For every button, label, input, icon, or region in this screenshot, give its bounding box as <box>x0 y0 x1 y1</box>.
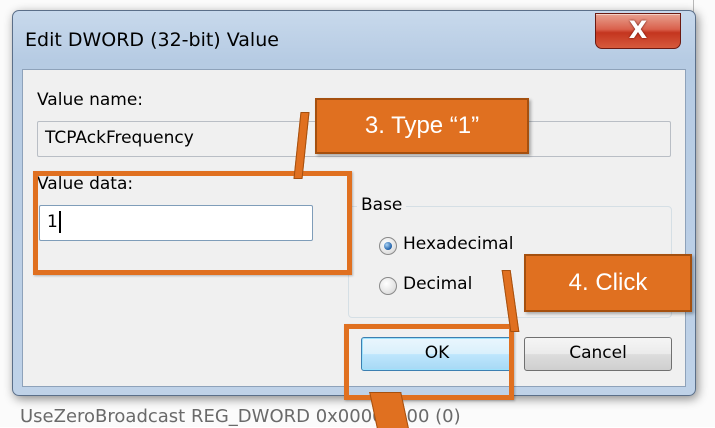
cancel-button[interactable]: Cancel <box>524 337 672 371</box>
base-label: Base <box>357 195 407 215</box>
radio-decimal-label: Decimal <box>403 274 473 294</box>
ok-button-highlight <box>344 324 514 400</box>
value-name-text: TCPAckFrequency <box>45 128 194 148</box>
value-data-highlight <box>33 171 352 275</box>
value-name-label: Value name: <box>37 90 144 110</box>
radio-selected-icon <box>379 237 397 255</box>
callout-step-3: 3. Type “1” <box>315 98 529 154</box>
title-bar[interactable]: Edit DWORD (32-bit) Value X <box>13 11 695 69</box>
close-icon: X <box>628 16 648 44</box>
callout-step-4-text: 4. Click <box>568 269 648 296</box>
callout-step-4: 4. Click <box>524 254 692 312</box>
callout-step-3-text: 3. Type “1” <box>364 112 480 139</box>
radio-hexadecimal-label: Hexadecimal <box>403 234 514 254</box>
radio-unselected-icon <box>379 277 397 295</box>
dialog-title: Edit DWORD (32-bit) Value <box>25 29 279 51</box>
close-button[interactable]: X <box>595 13 681 49</box>
